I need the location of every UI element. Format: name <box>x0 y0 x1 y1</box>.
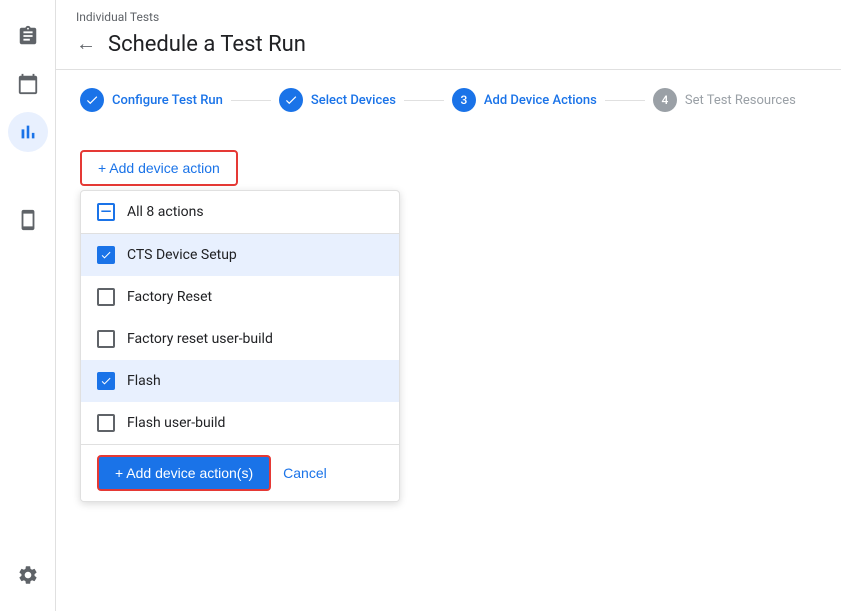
content-area: + Add device action — All 8 actions CTS … <box>56 130 841 611</box>
dropdown-list: — All 8 actions CTS Device Setup Factory… <box>81 191 399 444</box>
step-divider-3 <box>605 100 645 101</box>
stepper: Configure Test Run Select Devices 3 Add … <box>56 70 841 130</box>
breadcrumb: Individual Tests <box>56 0 841 28</box>
dropdown-item-flash[interactable]: Flash <box>81 360 399 402</box>
sidebar-icon-settings[interactable] <box>8 555 48 595</box>
step-add-device-actions: 3 Add Device Actions <box>452 88 597 112</box>
sidebar-icon-chart[interactable] <box>8 112 48 152</box>
dropdown-footer: + Add device action(s) Cancel <box>81 444 399 501</box>
main-content: Individual Tests ← Schedule a Test Run C… <box>56 0 841 611</box>
step-label-configure: Configure Test Run <box>112 93 223 108</box>
dropdown-item-all-label: All 8 actions <box>127 204 204 220</box>
sidebar-icon-clipboard[interactable] <box>8 16 48 56</box>
step-circle-add-device-actions: 3 <box>452 88 476 112</box>
dropdown-item-cts[interactable]: CTS Device Setup <box>81 234 399 276</box>
device-action-dropdown: — All 8 actions CTS Device Setup Factory… <box>80 190 400 502</box>
dropdown-item-factory-reset-user-build-label: Factory reset user-build <box>127 331 273 347</box>
sidebar-icon-calendar[interactable] <box>8 64 48 104</box>
step-circle-select-devices <box>279 88 303 112</box>
checkbox-flash-user-build <box>97 414 115 432</box>
step-label-select-devices: Select Devices <box>311 93 396 108</box>
step-select-devices: Select Devices <box>279 88 396 112</box>
dropdown-item-factory-reset-label: Factory Reset <box>127 289 212 305</box>
checkbox-flash <box>97 372 115 390</box>
sidebar-icon-phone[interactable] <box>8 200 48 240</box>
page-title: Schedule a Test Run <box>108 32 306 57</box>
step-circle-configure <box>80 88 104 112</box>
checkbox-factory-reset <box>97 288 115 306</box>
step-label-add-device-actions: Add Device Actions <box>484 93 597 108</box>
add-device-actions-button[interactable]: + Add device action(s) <box>97 455 271 491</box>
cancel-button[interactable]: Cancel <box>283 465 327 481</box>
page-header: ← Schedule a Test Run <box>56 28 841 70</box>
checkbox-factory-reset-user-build <box>97 330 115 348</box>
step-divider-1 <box>231 100 271 101</box>
dropdown-item-all[interactable]: — All 8 actions <box>81 191 399 234</box>
dropdown-item-factory-reset-user-build[interactable]: Factory reset user-build <box>81 318 399 360</box>
back-button[interactable]: ← <box>76 33 96 56</box>
step-set-test-resources: 4 Set Test Resources <box>653 88 796 112</box>
step-divider-2 <box>404 100 444 101</box>
dropdown-item-cts-label: CTS Device Setup <box>127 247 237 263</box>
checkbox-cts <box>97 246 115 264</box>
dropdown-item-factory-reset[interactable]: Factory Reset <box>81 276 399 318</box>
checkbox-all: — <box>97 203 115 221</box>
add-device-action-button[interactable]: + Add device action <box>80 150 238 186</box>
dropdown-item-flash-label: Flash <box>127 373 161 389</box>
step-configure: Configure Test Run <box>80 88 223 112</box>
sidebar <box>0 0 56 611</box>
dropdown-item-flash-user-build[interactable]: Flash user-build <box>81 402 399 444</box>
dropdown-item-flash-user-build-label: Flash user-build <box>127 415 225 431</box>
step-circle-set-test-resources: 4 <box>653 88 677 112</box>
step-label-set-test-resources: Set Test Resources <box>685 93 796 108</box>
